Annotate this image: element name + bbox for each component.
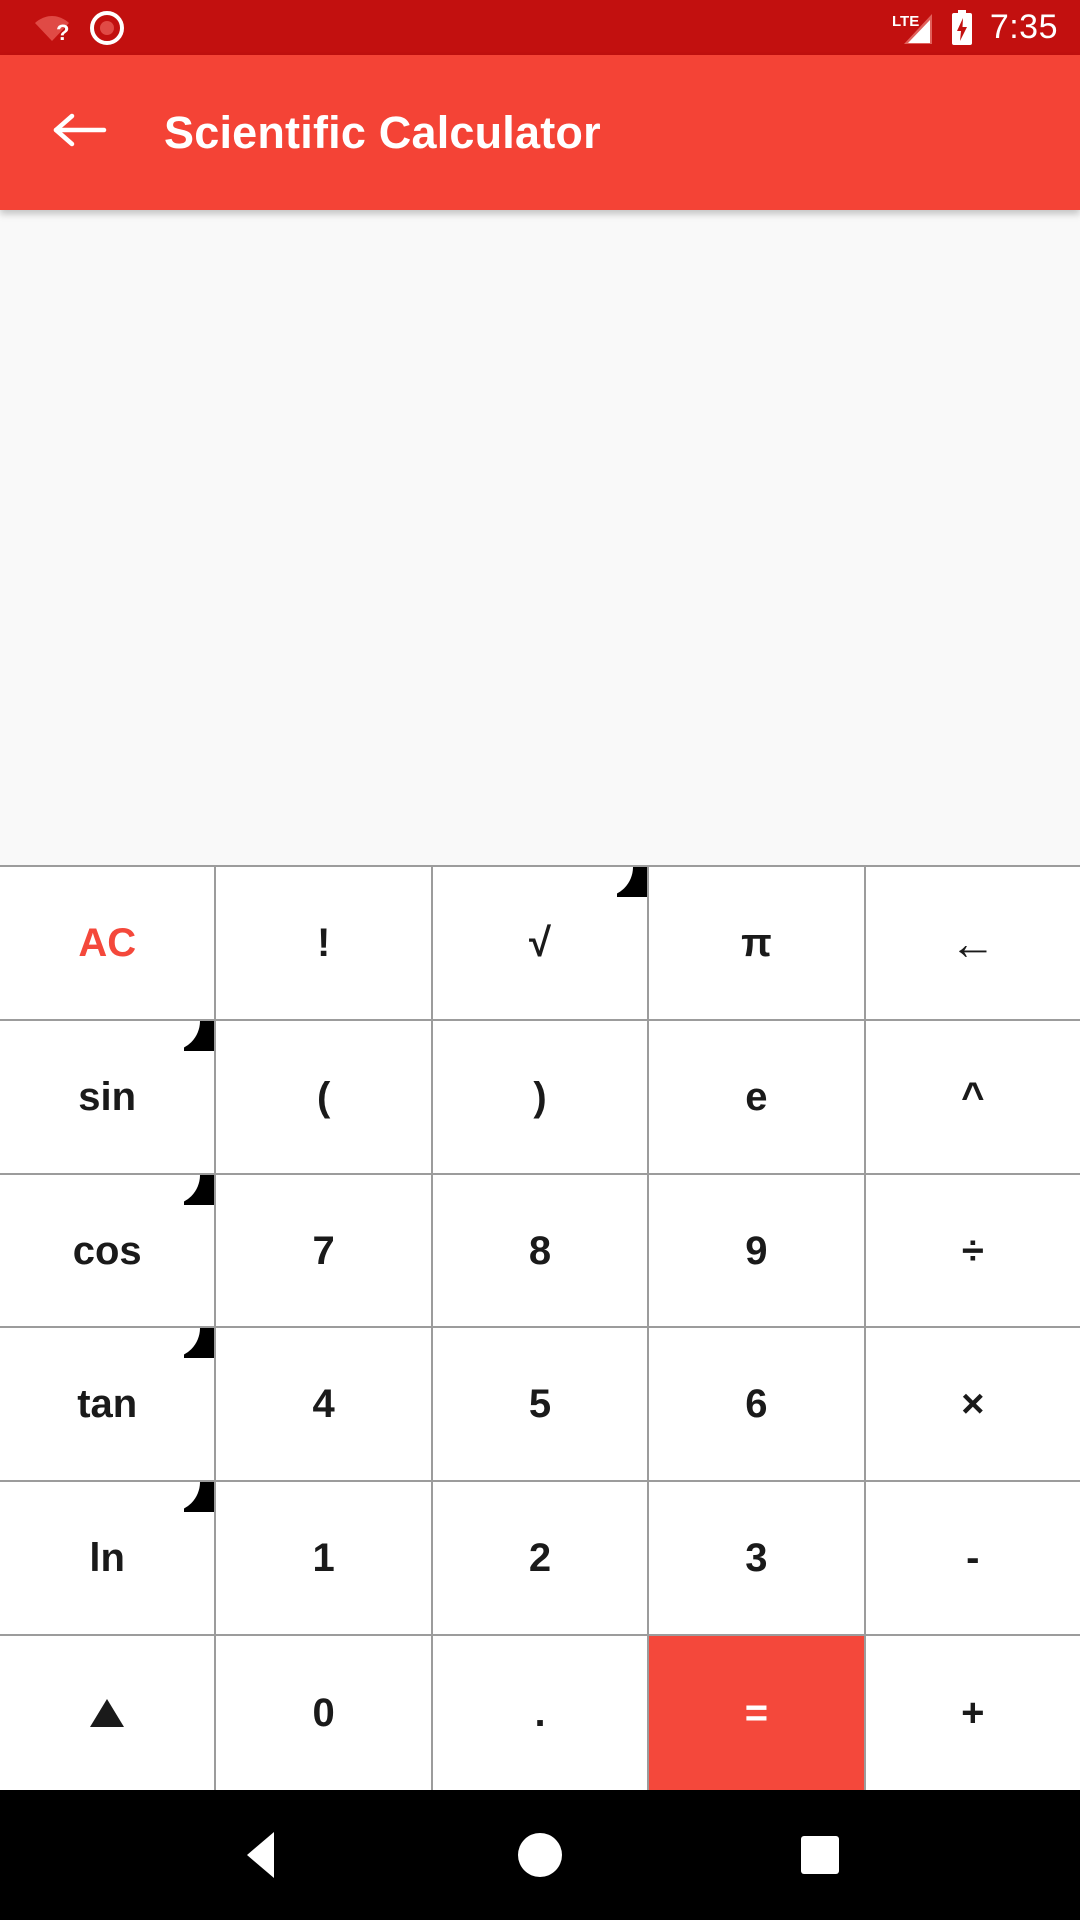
keypad-row: AC! √ π ← (0, 867, 1080, 1021)
key-label: 0 (312, 1691, 335, 1736)
status-bar: ? LTE 7:35 (0, 0, 1080, 55)
calculator-keypad: AC! √ π ← sin () e ^ cos 7 8 9 ÷ tan 4 5 6 × ln 1 2 3 - 0. = + (0, 865, 1080, 1790)
key-1[interactable]: 1 (216, 1482, 433, 1637)
keypad-row: sin () e ^ (0, 1020, 1080, 1175)
key-sin[interactable]: sin (0, 1020, 217, 1175)
key-label: AC (78, 920, 137, 965)
key-label: e (745, 1074, 768, 1119)
key-label: 1 (312, 1536, 335, 1581)
key-label: tan (77, 1382, 138, 1427)
key-0[interactable]: 0 (216, 1636, 433, 1790)
android-nav-bar (0, 1790, 1080, 1920)
key-label: ) (533, 1074, 547, 1119)
key-label: ← (949, 916, 996, 969)
status-bar-left-icons: ? (34, 10, 124, 45)
key-label: √ (529, 920, 551, 965)
key-euler[interactable]: e (649, 1020, 866, 1175)
key-4[interactable]: 4 (216, 1328, 433, 1483)
keypad-row: tan 4 5 6 × (0, 1328, 1080, 1483)
key-label: ( (316, 1074, 331, 1119)
key-label: . (534, 1691, 546, 1736)
circle-icon (518, 1833, 562, 1877)
key-tan[interactable]: tan (0, 1328, 217, 1483)
key-natural-log[interactable]: ln (0, 1482, 217, 1637)
status-bar-right-icons: LTE 7:35 (892, 7, 1058, 46)
key-label: 5 (528, 1382, 552, 1427)
key-label: ^ (961, 1074, 985, 1119)
key-2[interactable]: 2 (432, 1482, 650, 1637)
page-title: Scientific Calculator (164, 106, 601, 158)
key-label: cos (72, 1228, 142, 1273)
long-press-corner-icon (617, 867, 648, 897)
key-label: + (961, 1691, 985, 1736)
key-label: sin (78, 1074, 137, 1119)
svg-text:LTE: LTE (892, 13, 919, 30)
back-button[interactable] (48, 101, 112, 165)
svg-text:?: ? (56, 20, 69, 43)
triangle-left-icon (246, 1832, 274, 1878)
arrow-left-icon (52, 110, 108, 155)
key-equals[interactable]: = (649, 1636, 866, 1790)
wifi-no-connection-icon: ? (34, 13, 70, 45)
key-6[interactable]: 6 (649, 1328, 866, 1483)
status-bar-clock: 7:35 (989, 7, 1058, 46)
square-icon (801, 1836, 839, 1874)
key-expand-up[interactable] (0, 1636, 217, 1790)
key-label: 7 (312, 1228, 335, 1273)
key-multiply[interactable]: × (865, 1328, 1080, 1483)
triangle-up-icon (90, 1699, 125, 1728)
key-label: ln (89, 1536, 125, 1581)
key-label: ! (316, 920, 331, 965)
phone-screen: ? LTE 7:35 Scientific Calculator AC ! √ … (0, 0, 1080, 1920)
key-7[interactable]: 7 (216, 1174, 433, 1329)
screen-record-icon (90, 10, 124, 45)
key-label: 9 (745, 1228, 768, 1273)
key-label: 3 (745, 1536, 768, 1581)
key-9[interactable]: 9 (649, 1174, 866, 1329)
key-3[interactable]: 3 (649, 1482, 866, 1637)
key-pi[interactable]: π (649, 867, 866, 1021)
key-cos[interactable]: cos (0, 1174, 217, 1329)
keypad-row: 0. = + (0, 1636, 1080, 1790)
key-power[interactable]: ^ (865, 1020, 1080, 1175)
key-square-root[interactable]: √ (432, 867, 650, 1021)
key-label: = (744, 1691, 769, 1736)
key-label: π (741, 920, 772, 965)
nav-recents-button[interactable] (775, 1810, 865, 1900)
key-factorial[interactable]: ! (216, 867, 433, 1021)
key-label: 6 (745, 1382, 768, 1427)
key-label: 4 (312, 1382, 335, 1427)
key-close-paren[interactable]: ) (432, 1020, 650, 1175)
key-backspace[interactable]: ← (865, 867, 1080, 1021)
key-open-paren[interactable]: ( (216, 1020, 433, 1175)
key-subtract[interactable]: - (865, 1482, 1080, 1637)
key-divide[interactable]: ÷ (865, 1174, 1080, 1329)
nav-home-button[interactable] (495, 1810, 585, 1900)
key-5[interactable]: 5 (432, 1328, 650, 1483)
calculator-display[interactable] (0, 210, 1080, 865)
long-press-corner-icon (184, 1328, 215, 1359)
key-decimal[interactable]: . (432, 1636, 650, 1790)
keypad-row: cos 7 8 9 ÷ (0, 1174, 1080, 1329)
nav-back-button[interactable] (215, 1810, 305, 1900)
key-all-clear[interactable]: AC (0, 867, 217, 1021)
long-press-corner-icon (184, 1482, 215, 1513)
long-press-corner-icon (184, 1174, 215, 1205)
key-8[interactable]: 8 (432, 1174, 650, 1329)
key-label: - (966, 1536, 980, 1581)
key-add[interactable]: + (865, 1636, 1080, 1790)
key-label: 8 (528, 1228, 552, 1273)
battery-charging-icon (950, 9, 974, 46)
lte-signal-icon: LTE (892, 12, 934, 44)
long-press-corner-icon (184, 1020, 215, 1051)
key-label: 2 (528, 1536, 552, 1581)
keypad-row: ln 1 2 3 - (0, 1482, 1080, 1637)
key-label: ÷ (961, 1228, 984, 1273)
app-bar: Scientific Calculator (0, 55, 1080, 210)
key-label: × (961, 1382, 985, 1427)
